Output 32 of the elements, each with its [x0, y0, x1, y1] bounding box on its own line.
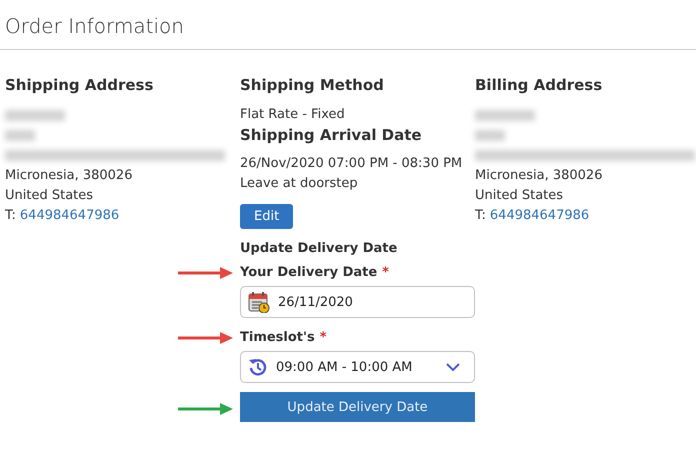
- chevron-down-icon: [445, 362, 461, 372]
- section-heading: Billing Address: [475, 76, 602, 94]
- shipping-method: Flat Rate - Fixed: [240, 106, 345, 124]
- section-heading: Shipping Arrival Date: [240, 126, 422, 144]
- form-heading: Update Delivery Date: [240, 241, 398, 256]
- required-mark: *: [320, 330, 327, 345]
- phone-label: T:: [5, 207, 16, 225]
- section-heading: Shipping Address: [5, 76, 154, 94]
- history-icon: [248, 357, 268, 377]
- update-delivery-button[interactable]: Update Delivery Date: [240, 392, 475, 422]
- redacted-text: [475, 130, 505, 141]
- required-mark: *: [382, 265, 389, 280]
- address-line: United States: [475, 187, 564, 205]
- redacted-text: [5, 110, 65, 121]
- timeslot-select[interactable]: 09:00 AM - 10:00 AM: [240, 351, 475, 383]
- phone-label: T:: [475, 207, 486, 225]
- phone-link[interactable]: 644984647986: [20, 206, 120, 226]
- page-title: Order Information: [0, 0, 696, 50]
- calendar-icon: [248, 291, 270, 313]
- section-heading: Shipping Method: [240, 76, 384, 94]
- address-line: Micronesia, 380026: [475, 167, 602, 185]
- arrival-date: 26/Nov/2020 07:00 PM - 08:30 PM: [240, 155, 462, 173]
- phone-link[interactable]: 644984647986: [490, 206, 590, 226]
- address-line: Micronesia, 380026: [5, 167, 132, 185]
- field-label: Timeslot's: [240, 330, 315, 345]
- redacted-text: [5, 130, 35, 141]
- delivery-note: Leave at doorstep: [240, 175, 358, 193]
- address-line: United States: [5, 187, 94, 205]
- date-field[interactable]: 26/11/2020: [240, 286, 475, 318]
- field-label: Your Delivery Date: [240, 265, 378, 280]
- edit-button[interactable]: Edit: [240, 204, 294, 229]
- redacted-text: [475, 110, 535, 121]
